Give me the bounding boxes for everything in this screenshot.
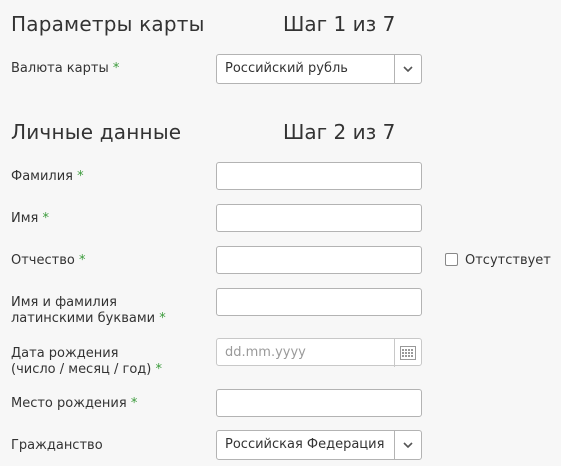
first-name-label: Имя * [11,211,50,226]
required-mark: * [77,169,84,184]
required-mark: * [159,311,166,326]
no-middle-name-label[interactable]: Отсутствует [465,253,551,269]
last-name-input[interactable] [216,162,422,190]
chevron-down-icon[interactable] [394,431,421,459]
citizenship-select[interactable]: Российская Федерация [216,430,422,460]
last-name-label: Фамилия * [11,169,84,184]
section-title-card-params: Параметры карты [11,12,205,36]
required-mark: * [78,253,86,268]
citizenship-label: Гражданство [11,438,103,453]
middle-name-input[interactable] [216,246,422,274]
no-middle-name-checkbox[interactable] [445,253,458,266]
currency-select[interactable]: Российский рубль [216,54,422,84]
section-title-personal: Личные данные [11,120,182,144]
birth-date-label: Дата рождения (число / месяц / год) * [11,346,163,377]
currency-label: Валюта карты * [11,61,120,76]
birth-date-input[interactable]: dd.mm.yyyy [216,338,422,367]
calendar-icon[interactable] [394,339,421,367]
birth-date-placeholder: dd.mm.yyyy [225,345,306,360]
latin-name-input[interactable] [216,288,422,316]
middle-name-label: Отчество * [11,253,86,268]
step-indicator-1: Шаг 1 из 7 [283,12,396,36]
latin-name-label: Имя и фамилия латинскими буквами * [11,295,166,326]
currency-select-value: Российский рубль [225,61,348,76]
chevron-down-icon[interactable] [394,55,421,83]
required-mark: * [130,396,138,411]
required-mark: * [112,61,120,76]
birth-place-input[interactable] [216,389,422,417]
step-indicator-2: Шаг 2 из 7 [283,120,396,144]
birth-place-label: Место рождения * [11,396,138,411]
required-mark: * [42,211,50,226]
first-name-input[interactable] [216,204,422,232]
required-mark: * [155,362,163,377]
citizenship-select-value: Российская Федерация [225,437,385,452]
